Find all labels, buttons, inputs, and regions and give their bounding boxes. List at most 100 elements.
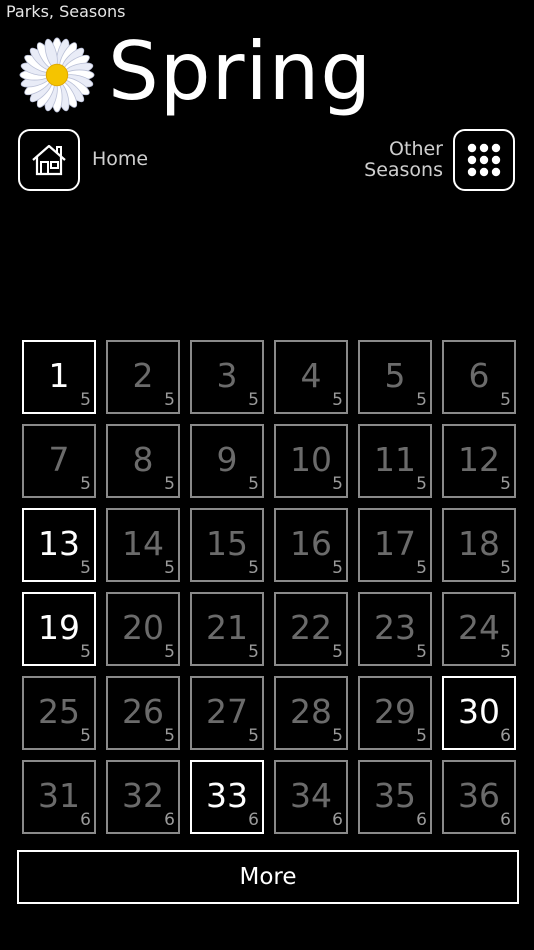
level-number: 9 (216, 439, 238, 479)
level-cell[interactable]: 85 (106, 424, 180, 498)
level-number: 36 (458, 775, 500, 815)
level-cell[interactable]: 65 (442, 340, 516, 414)
level-sub-count: 5 (248, 558, 259, 578)
level-sub-count: 5 (248, 642, 259, 662)
level-number: 32 (122, 775, 164, 815)
level-sub-count: 6 (500, 726, 511, 746)
level-number: 14 (122, 523, 164, 563)
level-cell[interactable]: 12 5 (442, 424, 516, 498)
level-number: 26 (122, 691, 164, 731)
level-cell[interactable]: 32 6 (106, 760, 180, 834)
level-number: 2 (132, 355, 154, 395)
level-sub-count: 5 (332, 558, 343, 578)
level-cell[interactable]: 95 (190, 424, 264, 498)
level-number: 7 (48, 439, 70, 479)
level-sub-count: 5 (164, 558, 175, 578)
level-cell[interactable]: 25 (106, 340, 180, 414)
level-sub-count: 6 (164, 810, 175, 830)
level-sub-count: 5 (416, 726, 427, 746)
level-cell[interactable]: 24 5 (442, 592, 516, 666)
level-sub-count: 5 (500, 390, 511, 410)
level-cell[interactable]: 36 6 (442, 760, 516, 834)
level-cell[interactable]: 75 (22, 424, 96, 498)
level-sub-count: 5 (500, 558, 511, 578)
level-sub-count: 5 (416, 642, 427, 662)
level-number: 33 (206, 775, 248, 815)
home-label: Home (92, 148, 149, 170)
level-cell[interactable]: 14 5 (106, 508, 180, 582)
level-number: 10 (290, 439, 332, 479)
level-cell[interactable]: 34 6 (274, 760, 348, 834)
level-cell[interactable]: 45 (274, 340, 348, 414)
level-sub-count: 5 (80, 726, 91, 746)
level-sub-count: 6 (332, 810, 343, 830)
level-sub-count: 5 (416, 474, 427, 494)
level-cell[interactable]: 19 5 (22, 592, 96, 666)
level-cell[interactable]: 23 5 (358, 592, 432, 666)
level-number: 8 (132, 439, 154, 479)
level-sub-count: 6 (416, 810, 427, 830)
level-cell[interactable]: 29 5 (358, 676, 432, 750)
level-sub-count: 5 (332, 390, 343, 410)
level-cell[interactable]: 16 5 (274, 508, 348, 582)
level-number: 16 (290, 523, 332, 563)
more-button[interactable]: More (17, 850, 519, 904)
level-cell[interactable]: 17 5 (358, 508, 432, 582)
level-sub-count: 5 (164, 642, 175, 662)
level-cell[interactable]: 22 5 (274, 592, 348, 666)
level-number: 34 (290, 775, 332, 815)
level-number: 30 (458, 691, 500, 731)
page-title: Spring (108, 25, 373, 118)
level-number: 21 (206, 607, 248, 647)
level-number: 4 (300, 355, 322, 395)
level-sub-count: 5 (248, 726, 259, 746)
level-cell[interactable]: 26 5 (106, 676, 180, 750)
level-number: 29 (374, 691, 416, 731)
house-icon (32, 144, 66, 176)
level-cell[interactable]: 35 (190, 340, 264, 414)
level-number: 23 (374, 607, 416, 647)
level-cell[interactable]: 30 6 (442, 676, 516, 750)
level-number: 17 (374, 523, 416, 563)
level-sub-count: 5 (332, 726, 343, 746)
level-number: 19 (38, 607, 80, 647)
level-cell[interactable]: 10 5 (274, 424, 348, 498)
level-sub-count: 5 (80, 390, 91, 410)
level-cell[interactable]: 55 (358, 340, 432, 414)
level-sub-count: 6 (248, 810, 259, 830)
daisy-icon (19, 37, 95, 113)
level-sub-count: 6 (80, 810, 91, 830)
level-sub-count: 5 (248, 474, 259, 494)
level-number: 28 (290, 691, 332, 731)
level-cell[interactable]: 33 6 (190, 760, 264, 834)
level-sub-count: 5 (80, 558, 91, 578)
level-cell[interactable]: 11 5 (358, 424, 432, 498)
level-sub-count: 5 (80, 642, 91, 662)
level-number: 25 (38, 691, 80, 731)
level-sub-count: 5 (416, 390, 427, 410)
level-sub-count: 5 (164, 390, 175, 410)
breadcrumb: Parks, Seasons (6, 2, 126, 21)
other-seasons-label: Other Seasons (364, 138, 443, 181)
level-cell[interactable]: 28 5 (274, 676, 348, 750)
level-number: 3 (216, 355, 238, 395)
level-cell[interactable]: 35 6 (358, 760, 432, 834)
level-cell[interactable]: 15 (22, 340, 96, 414)
level-cell[interactable]: 25 5 (22, 676, 96, 750)
level-number: 1 (48, 355, 70, 395)
level-number: 6 (468, 355, 490, 395)
level-sub-count: 5 (164, 474, 175, 494)
level-cell[interactable]: 18 5 (442, 508, 516, 582)
home-button[interactable] (18, 129, 80, 191)
level-cell[interactable]: 21 5 (190, 592, 264, 666)
other-seasons-button[interactable] (453, 129, 515, 191)
level-number: 20 (122, 607, 164, 647)
level-sub-count: 5 (332, 642, 343, 662)
level-cell[interactable]: 27 5 (190, 676, 264, 750)
level-cell[interactable]: 31 6 (22, 760, 96, 834)
level-cell[interactable]: 20 5 (106, 592, 180, 666)
level-cell[interactable]: 13 5 (22, 508, 96, 582)
level-cell[interactable]: 15 5 (190, 508, 264, 582)
level-number: 18 (458, 523, 500, 563)
level-number: 22 (290, 607, 332, 647)
